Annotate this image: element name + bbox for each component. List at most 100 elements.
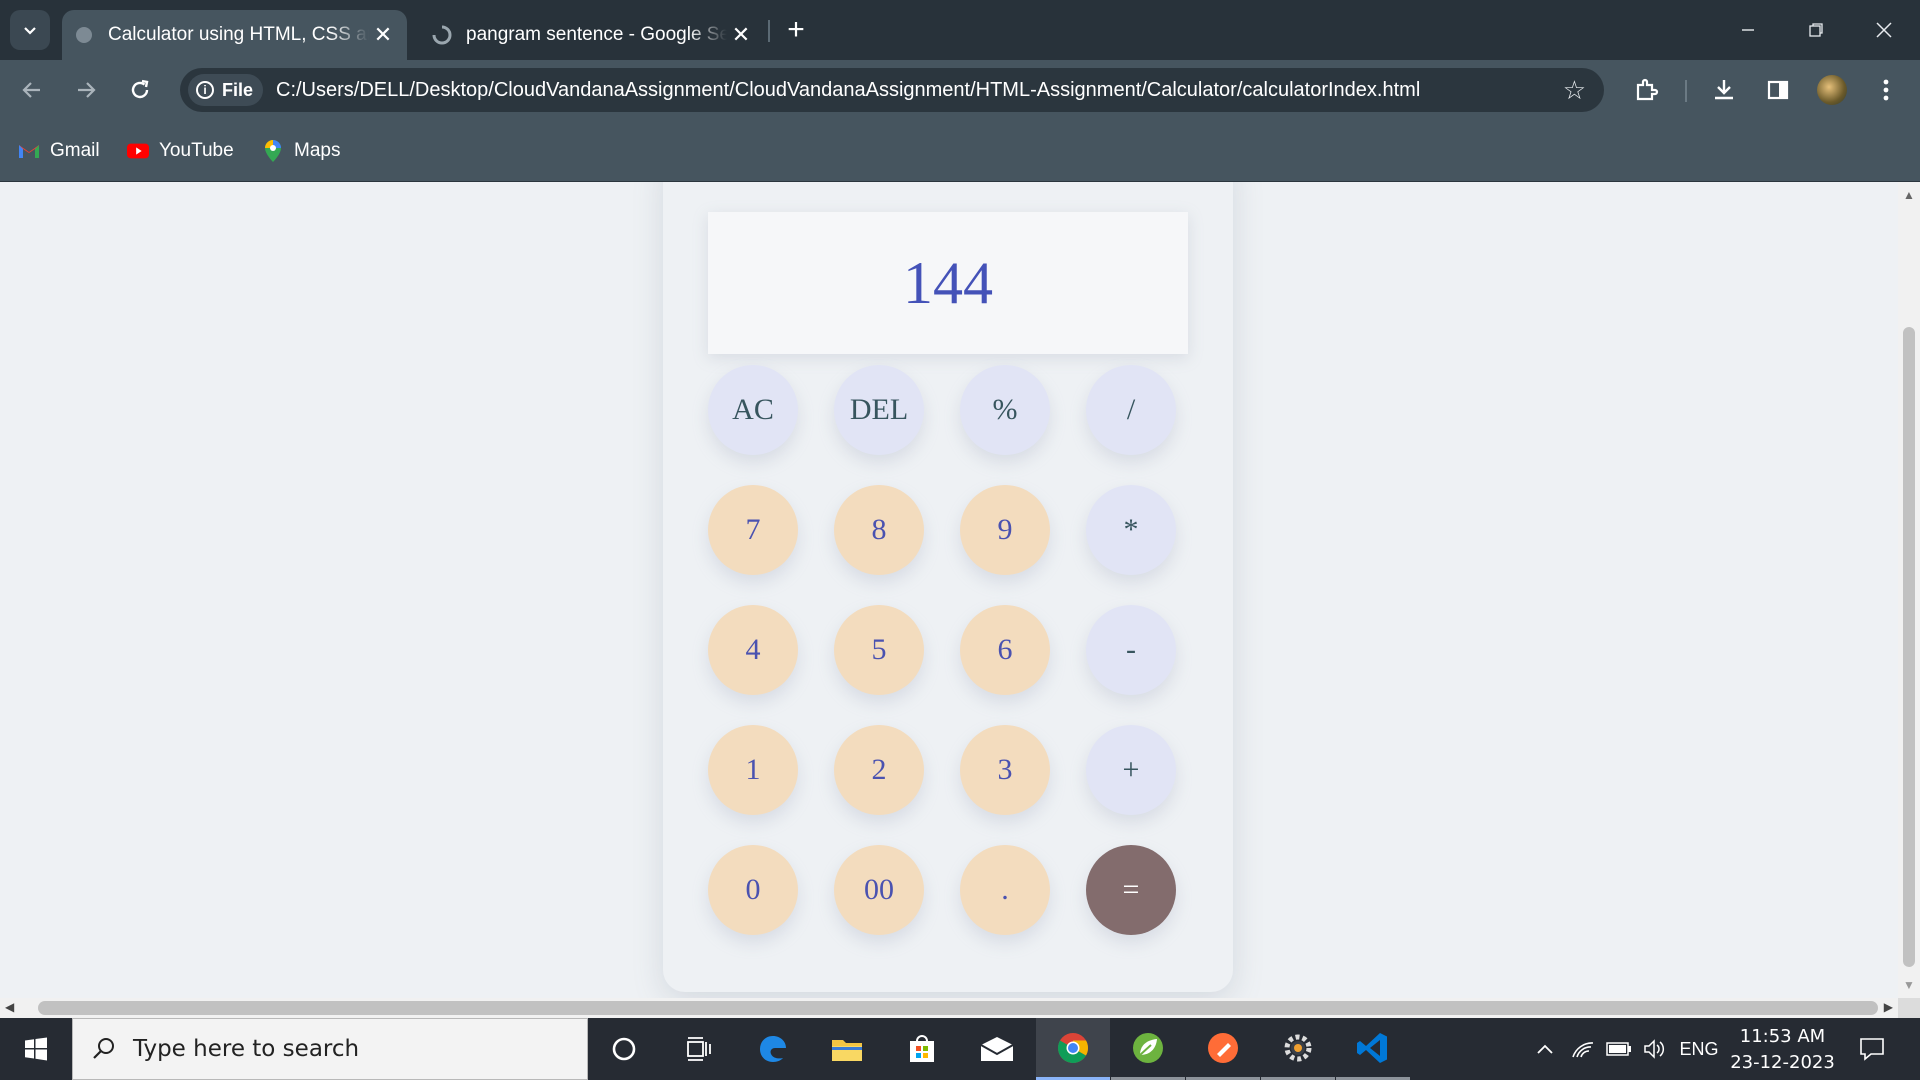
tab-google-search[interactable]: pangram sentence - Google Search ✕ [420,10,765,60]
restore-button[interactable] [1782,0,1850,60]
browser-toolbar: i File C:/Users/DELL/Desktop/CloudVandan… [0,60,1920,120]
show-hidden-icons-button[interactable] [1530,1018,1560,1080]
forward-button[interactable] [68,72,104,108]
key-add[interactable]: + [1086,725,1176,815]
battery-button[interactable] [1604,1018,1634,1080]
bookmark-label: Maps [294,140,341,161]
key-9[interactable]: 9 [960,485,1050,575]
scroll-down-arrow-icon[interactable]: ▼ [1903,978,1915,992]
key-3[interactable]: 3 [960,725,1050,815]
key-all-clear[interactable]: AC [708,365,798,455]
key-decimal[interactable]: . [960,845,1050,935]
windows-logo-icon [25,1037,47,1061]
new-tab-button[interactable]: + [780,13,812,46]
notifications-button[interactable] [1852,1018,1892,1080]
close-icon[interactable]: ✕ [369,21,397,49]
cortana-button[interactable] [587,1018,661,1080]
scroll-up-arrow-icon[interactable]: ▲ [1903,188,1915,202]
search-placeholder: Type here to search [133,1036,360,1062]
key-2[interactable]: 2 [834,725,924,815]
key-subtract[interactable]: - [1086,605,1176,695]
restore-icon [1809,23,1823,37]
menu-button[interactable] [1868,72,1904,108]
bookmark-gmail[interactable]: Gmail [18,138,100,164]
downloads-button[interactable] [1706,72,1742,108]
taskbar-file-explorer[interactable] [810,1018,884,1080]
vertical-scroll-thumb[interactable] [1903,327,1915,967]
taskbar-mail[interactable] [960,1018,1034,1080]
key-1[interactable]: 1 [708,725,798,815]
scroll-right-arrow-icon[interactable]: ▶ [1884,1000,1893,1014]
network-button[interactable] [1568,1018,1598,1080]
wifi-icon [1572,1042,1594,1058]
start-button[interactable] [0,1018,72,1080]
key-divide[interactable]: / [1086,365,1176,455]
taskbar-postman[interactable] [1186,1018,1260,1080]
battery-icon [1606,1042,1631,1056]
chrome-icon [1058,1032,1088,1063]
close-icon [1876,22,1892,38]
taskbar-clock[interactable]: 11:53 AM 23-12-2023 [1725,1024,1840,1076]
horizontal-scrollbar[interactable]: ◀ ▶ [0,998,1898,1018]
key-double-zero[interactable]: 00 [834,845,924,935]
address-bar[interactable]: i File C:/Users/DELL/Desktop/CloudVandan… [180,68,1604,112]
volume-button[interactable] [1640,1018,1670,1080]
taskbar-settings-app[interactable] [1261,1018,1335,1080]
taskbar-spring-tool[interactable] [1111,1018,1185,1080]
url-text[interactable]: C:/Users/DELL/Desktop/CloudVandanaAssign… [276,68,1420,112]
gmail-icon [18,140,40,162]
vscode-icon [1357,1032,1387,1063]
cortana-circle-icon [612,1037,636,1061]
taskbar-chrome[interactable] [1036,1018,1110,1080]
windows-taskbar: Type here to search ENG 11:53 AM 23-12-2… [0,1018,1920,1080]
download-icon [1715,80,1733,100]
key-8[interactable]: 8 [834,485,924,575]
more-vertical-icon [1883,79,1889,101]
back-button[interactable] [14,72,50,108]
arrow-right-icon [78,82,96,98]
bookmark-youtube[interactable]: YouTube [127,138,234,164]
edge-icon [760,1036,786,1062]
maps-pin-icon [262,140,284,162]
tab-search-button[interactable] [10,10,50,50]
taskbar-search-box[interactable]: Type here to search [72,1018,588,1080]
taskbar-vscode[interactable] [1336,1018,1410,1080]
key-6[interactable]: 6 [960,605,1050,695]
key-7[interactable]: 7 [708,485,798,575]
close-icon[interactable]: ✕ [727,21,755,49]
horizontal-scroll-thumb[interactable] [38,1001,1878,1015]
scrollbar-corner [1898,998,1920,1018]
language-indicator[interactable]: ENG [1675,1018,1723,1080]
bookmark-maps[interactable]: Maps [262,138,340,164]
key-multiply[interactable]: * [1086,485,1176,575]
display-value: 144 [903,249,993,316]
side-panel-button[interactable] [1760,72,1796,108]
tab-calculator[interactable]: Calculator using HTML, CSS and ✕ [62,10,407,60]
taskbar-edge[interactable] [736,1018,810,1080]
bookmark-label: Gmail [50,140,100,161]
site-info-chip[interactable]: i File [188,74,264,106]
key-5[interactable]: 5 [834,605,924,695]
extensions-button[interactable] [1628,72,1664,108]
minimize-button[interactable] [1714,0,1782,60]
key-equals[interactable]: = [1086,845,1176,935]
speaker-icon [1644,1039,1665,1059]
vertical-scrollbar[interactable]: ▲ ▼ [1898,182,1920,998]
profile-avatar[interactable] [1817,75,1847,105]
chevron-down-icon [24,27,36,35]
key-delete[interactable]: DEL [834,365,924,455]
search-icon [93,1038,114,1059]
close-window-button[interactable] [1850,0,1918,60]
key-0[interactable]: 0 [708,845,798,935]
task-view-button[interactable] [661,1018,735,1080]
gear-icon [1284,1034,1312,1061]
taskbar-store[interactable] [885,1018,959,1080]
key-percent[interactable]: % [960,365,1050,455]
scroll-left-arrow-icon[interactable]: ◀ [5,1000,14,1014]
bookmark-star-icon[interactable]: ☆ [1563,76,1586,104]
toolbar-divider [1685,80,1687,102]
clock-time: 11:53 AM [1739,1026,1826,1047]
puzzle-icon [1636,78,1659,101]
key-4[interactable]: 4 [708,605,798,695]
reload-button[interactable] [122,72,158,108]
